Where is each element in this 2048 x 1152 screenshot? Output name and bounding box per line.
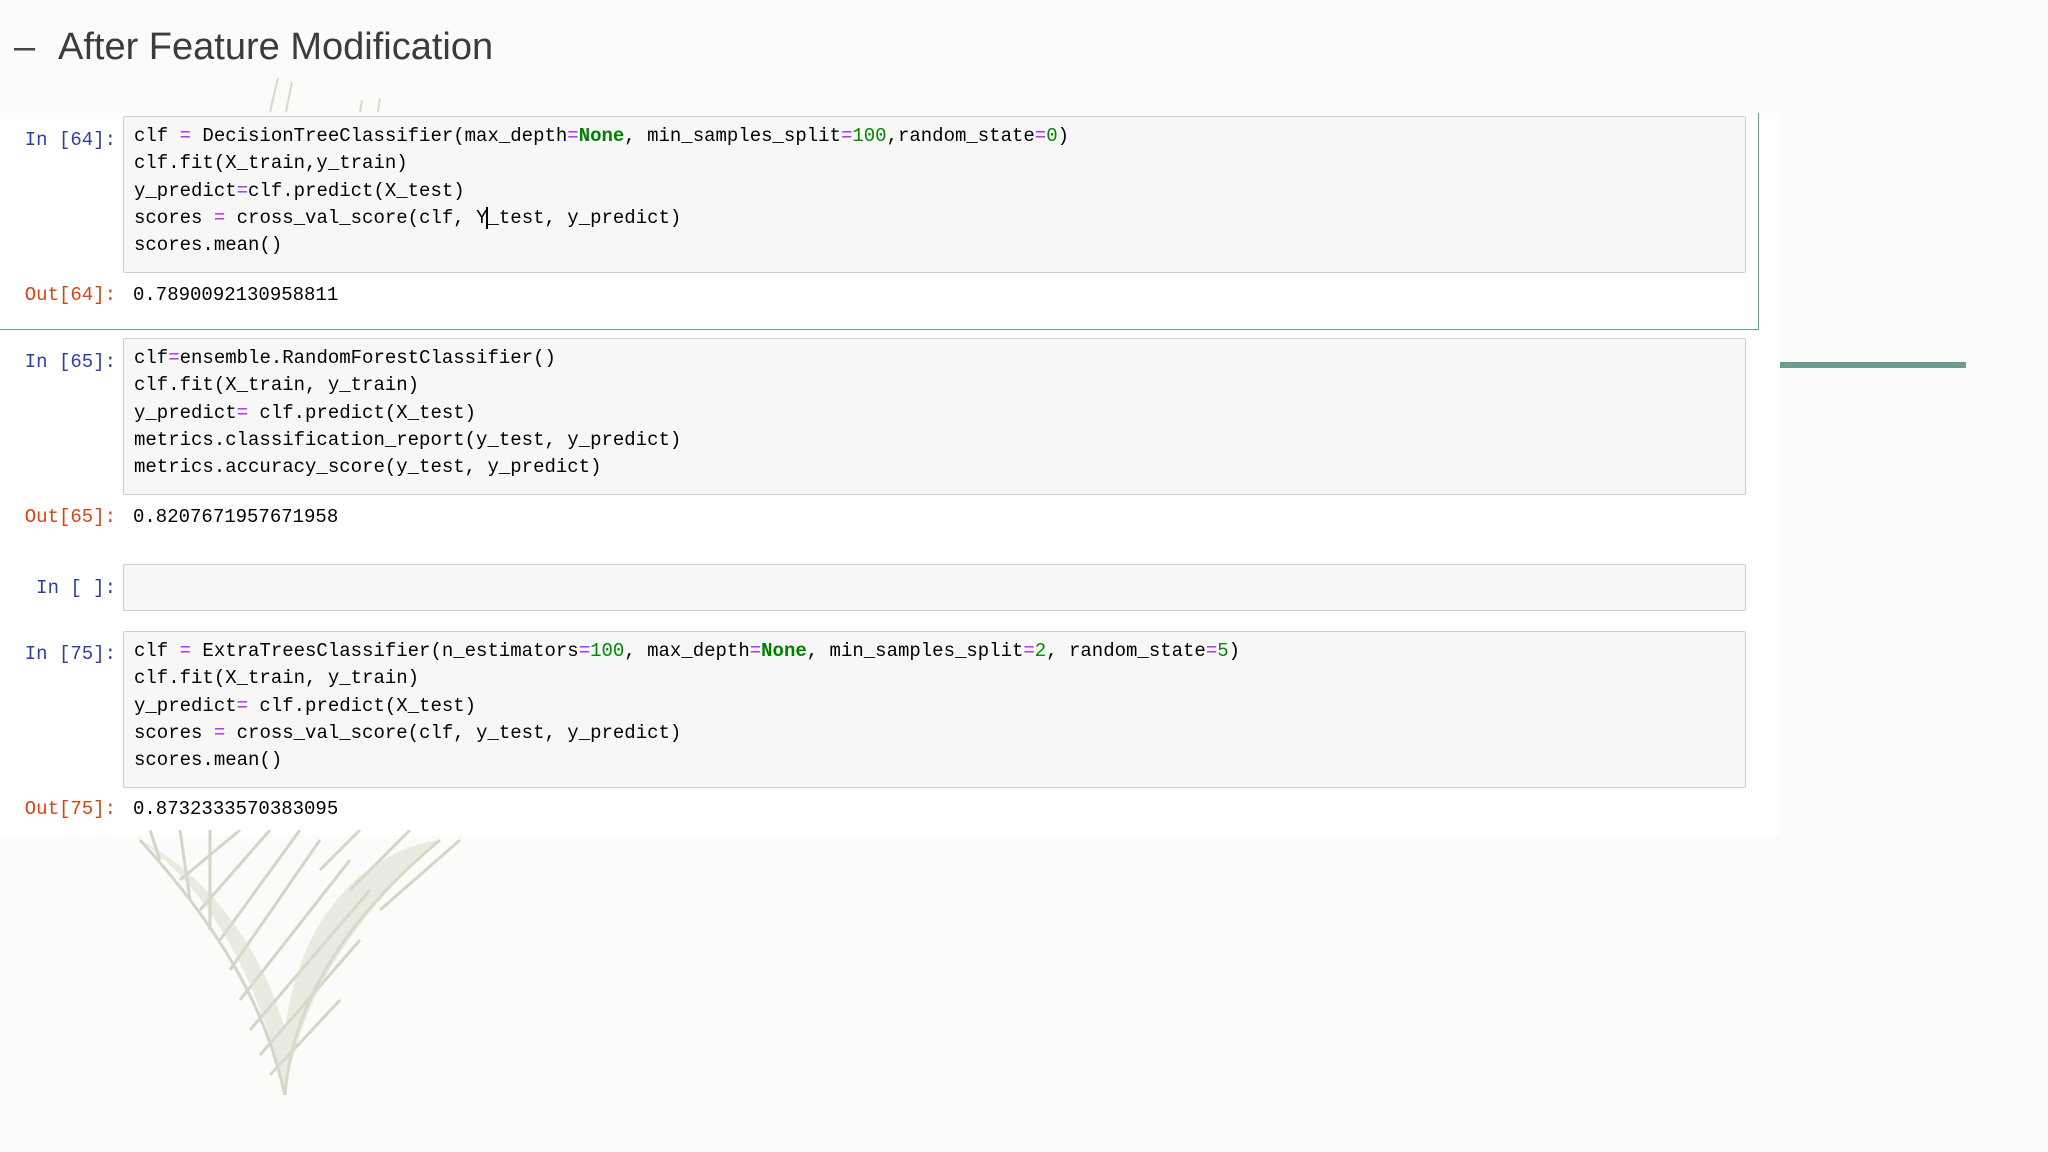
code-line: clf=ensemble.RandomForestClassifier() <box>134 345 1735 372</box>
input-prompt: In [65]: <box>24 351 116 373</box>
code-token: metrics.accuracy_score(y_test, y_predict… <box>134 456 602 479</box>
code-token: = <box>1034 125 1047 147</box>
code-input[interactable]: clf = ExtraTreesClassifier(n_estimators=… <box>123 631 1746 788</box>
code-token: = <box>168 347 180 369</box>
code-token: scores.mean() <box>134 234 283 257</box>
code-token: cross_val_score(clf, Y <box>225 206 488 229</box>
code-token: scores <box>134 206 214 229</box>
output-prompt: Out[75]: <box>24 798 116 820</box>
code-token: = <box>749 640 762 662</box>
code-line: scores.mean() <box>134 232 1735 259</box>
accent-bar <box>1780 362 1966 368</box>
code-token: = <box>236 694 249 717</box>
code-token: clf.fit(X_train,y_train) <box>134 152 408 175</box>
code-token: 100 <box>590 640 625 662</box>
code-token: clf.fit(X_train, y_train) <box>134 667 420 690</box>
code-token: = <box>213 721 226 744</box>
code-token: = <box>840 125 853 147</box>
code-token: y_predict <box>134 179 237 202</box>
notebook-panel: In [64]: clf = DecisionTreeClassifier(ma… <box>0 113 1780 835</box>
code-line: y_predict= clf.predict(X_test) <box>134 693 1735 720</box>
leaf-decoration-top <box>269 77 381 113</box>
code-line: scores = cross_val_score(clf, y_test, y_… <box>134 720 1735 747</box>
code-token: 2 <box>1034 640 1047 662</box>
code-token: clf.predict(X_test) <box>248 694 477 717</box>
code-token: , max_depth <box>624 640 750 662</box>
code-token: scores.mean() <box>134 749 283 772</box>
code-token: = <box>1023 640 1035 662</box>
title-dash: – <box>14 26 36 68</box>
output-prompt: Out[64]: <box>24 284 116 306</box>
output-value: 0.8732333570383095 <box>133 798 339 820</box>
code-token: clf.predict(X_test) <box>248 401 477 424</box>
code-token: = <box>179 640 192 662</box>
code-line: clf.fit(X_train, y_train) <box>134 372 1735 399</box>
notebook-cell-65[interactable]: In [65]: clf=ensemble.RandomForestClassi… <box>0 337 1760 537</box>
code-token: None <box>761 640 807 662</box>
code-token: 0 <box>1046 125 1058 147</box>
code-input[interactable] <box>123 564 1746 611</box>
code-token: , random_state <box>1046 640 1206 662</box>
code-token: , min_samples_split <box>624 125 841 147</box>
code-token: = <box>213 206 226 229</box>
code-line: metrics.accuracy_score(y_test, y_predict… <box>134 454 1735 481</box>
code-token: _test, y_predict) <box>487 206 682 229</box>
code-input[interactable]: clf=ensemble.RandomForestClassifier() clf… <box>123 338 1746 495</box>
code-line: metrics.classification_report(y_test, y_… <box>134 427 1735 454</box>
code-line: clf.fit(X_train,y_train) <box>134 150 1735 177</box>
output-value: 0.7890092130958811 <box>133 284 339 306</box>
code-token: ) <box>1057 125 1070 147</box>
code-token: ensemble.RandomForestClassifier() <box>179 347 556 369</box>
code-token: clf <box>134 347 169 369</box>
code-token: = <box>578 640 591 662</box>
code-token: clf <box>134 125 180 147</box>
code-line: y_predict=clf.predict(X_test) <box>134 178 1735 205</box>
code-token: = <box>567 125 579 147</box>
code-line: scores = cross_val_score(clf, Y_test, y_… <box>134 205 1735 232</box>
code-token: ) <box>1228 640 1241 662</box>
code-token: clf.predict(X_test) <box>248 179 465 202</box>
code-token: DecisionTreeClassifier(max_depth <box>191 125 568 147</box>
input-prompt: In [ ]: <box>36 577 116 599</box>
code-line: y_predict= clf.predict(X_test) <box>134 400 1735 427</box>
code-token: 100 <box>852 125 887 147</box>
code-token: 5 <box>1217 640 1229 662</box>
slide-title: – After Feature Modification <box>14 26 493 69</box>
code-token: cross_val_score(clf, y_test, y_predict) <box>225 721 682 744</box>
code-token: metrics.classification_report(y_test, y_… <box>134 428 682 451</box>
code-line: scores.mean() <box>134 747 1735 774</box>
code-input[interactable]: clf = DecisionTreeClassifier(max_depth=N… <box>123 116 1746 273</box>
output-prompt: Out[65]: <box>24 506 116 528</box>
code-token: , min_samples_split <box>806 640 1024 662</box>
input-prompt: In [64]: <box>24 129 116 151</box>
code-token: = <box>179 125 192 147</box>
leaf-decoration <box>138 830 461 1096</box>
code-token: ,random_state <box>886 125 1035 147</box>
notebook-cell-empty[interactable]: In [ ]: <box>0 561 1760 631</box>
code-token: scores <box>134 721 214 744</box>
code-line: clf.fit(X_train, y_train) <box>134 665 1735 692</box>
notebook-cell-64[interactable]: In [64]: clf = DecisionTreeClassifier(ma… <box>0 113 1759 330</box>
input-prompt: In [75]: <box>24 643 116 665</box>
code-line: clf = ExtraTreesClassifier(n_estimators=… <box>134 638 1735 665</box>
code-token: clf <box>134 640 180 662</box>
code-token: = <box>236 179 249 202</box>
code-token: = <box>1205 640 1218 662</box>
output-value: 0.8207671957671958 <box>133 506 339 528</box>
code-token: = <box>236 401 249 424</box>
code-token: clf.fit(X_train, y_train) <box>134 374 420 397</box>
code-token: None <box>578 125 625 147</box>
code-token: y_predict <box>134 694 237 717</box>
code-line: clf = DecisionTreeClassifier(max_depth=N… <box>134 123 1735 150</box>
title-text: After Feature Modification <box>58 26 494 68</box>
code-token: ExtraTreesClassifier(n_estimators <box>191 640 579 662</box>
code-token: y_predict <box>134 401 237 424</box>
notebook-cell-75[interactable]: In [75]: clf = ExtraTreesClassifier(n_es… <box>0 629 1760 835</box>
